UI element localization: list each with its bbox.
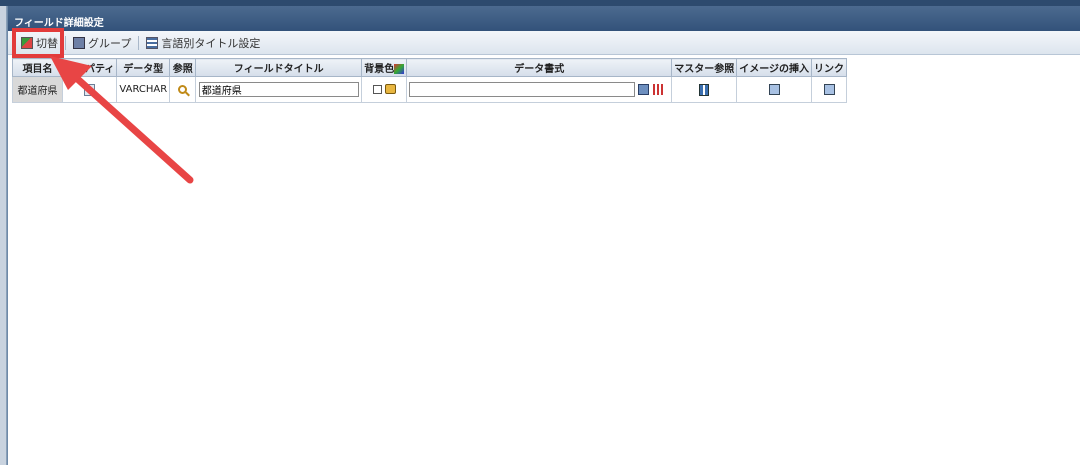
toolbar: 切替 グループ 言語別タイトル設定 <box>8 31 1080 55</box>
header-reference: 参照 <box>169 58 197 77</box>
link-icon[interactable] <box>823 83 835 95</box>
field-title-input[interactable] <box>198 82 359 97</box>
cell-data-type: VARCHAR <box>116 76 171 103</box>
cell-bg-color <box>361 76 408 103</box>
format-icon[interactable] <box>652 84 664 95</box>
header-bg-color-label: 背景色 <box>364 64 395 75</box>
cell-data-format <box>406 76 673 103</box>
cell-link <box>811 76 848 103</box>
header-field-title: フィールドタイトル <box>195 58 363 77</box>
group-button[interactable]: グループ <box>68 33 136 53</box>
header-link: リンク <box>811 58 848 77</box>
list-icon <box>146 36 159 49</box>
table-row: 都道府県 VARCHAR <box>12 76 848 103</box>
left-strip <box>0 6 7 465</box>
cell-property <box>61 76 118 103</box>
header-data-type: データ型 <box>116 58 171 77</box>
header-property: プロパティ <box>61 58 118 77</box>
master-ref-icon[interactable] <box>699 83 710 96</box>
header-insert-image: イメージの挿入 <box>736 58 813 77</box>
property-icon[interactable] <box>84 83 96 96</box>
header-data-format: データ書式 <box>406 58 673 77</box>
data-format-input[interactable] <box>409 82 636 97</box>
group-label: グループ <box>88 36 132 50</box>
cell-insert-image <box>736 76 813 103</box>
bg-color-checkbox[interactable] <box>372 84 382 94</box>
header-item-name: 項目名 <box>12 58 63 77</box>
paint-bucket-icon[interactable] <box>384 84 396 94</box>
window-title: フィールド詳細設定 <box>8 6 1080 31</box>
toolbar-separator <box>65 35 66 50</box>
cell-field-title <box>195 76 363 103</box>
field-grid: 項目名 プロパティ データ型 参照 フィールドタイトル 背景色 データ書式 マス… <box>12 58 848 103</box>
group-icon <box>73 36 85 49</box>
toolbar-separator <box>138 35 140 50</box>
switch-highlight-box <box>12 28 64 58</box>
lang-title-label: 言語別タイトル設定 <box>161 36 261 50</box>
lang-title-button[interactable]: 言語別タイトル設定 <box>141 33 265 53</box>
header-bg-color: 背景色 <box>361 58 408 77</box>
insert-image-icon[interactable] <box>768 83 780 95</box>
header-master-ref: マスター参照 <box>671 58 738 77</box>
search-icon[interactable] <box>178 84 188 94</box>
cell-master-ref <box>671 76 738 103</box>
edit-icon[interactable] <box>638 84 650 95</box>
cell-reference <box>169 76 197 103</box>
palette-icon <box>394 64 405 74</box>
cell-item-name: 都道府県 <box>12 76 63 103</box>
